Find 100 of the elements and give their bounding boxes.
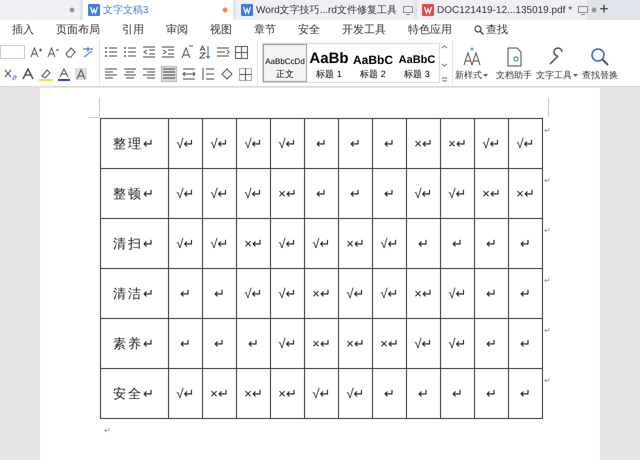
table-cell: ↵: [474, 218, 508, 268]
table-cell: √↵: [168, 368, 202, 418]
table-cell: √↵: [440, 168, 474, 218]
table-cell: ↵: [406, 218, 440, 268]
table-cell: ↵: [372, 368, 406, 418]
table-cell: √↵: [202, 218, 236, 268]
table-cell: ×↵: [406, 268, 440, 318]
new-tab-button[interactable]: +: [590, 0, 618, 20]
row-end-mark: ↵: [543, 326, 551, 334]
menu-item[interactable]: 视图: [210, 22, 232, 38]
row-end-mark: ↵: [543, 376, 551, 384]
table-cell: √↵: [474, 118, 508, 168]
table-cell: ↵: [372, 168, 406, 218]
paragraph-mark: ↵: [104, 425, 112, 437]
table-cell: ×↵: [406, 118, 440, 168]
table-cell: ×↵: [236, 368, 270, 418]
find-replace-button[interactable]: 查找替换: [580, 40, 620, 86]
table-cell: √↵: [440, 268, 474, 318]
table-cell: ↵: [474, 268, 508, 318]
row-end-mark: ↵: [543, 226, 551, 234]
table-cell: ↵: [440, 368, 474, 418]
menu-item[interactable]: 审阅: [166, 22, 188, 38]
table-cell: √↵: [168, 218, 202, 268]
table-cell: √↵: [508, 118, 542, 168]
table-cell: ↵: [508, 318, 542, 368]
table-cell: ×↵: [270, 168, 304, 218]
table-cell: √↵: [270, 118, 304, 168]
search-menu-item[interactable]: 查找: [474, 22, 508, 38]
tab-title: 文字文稿3: [103, 4, 149, 18]
table-cell: √↵: [304, 368, 338, 418]
table-cell: ↵: [304, 168, 338, 218]
tab-title: Word文字技巧...rd文件修复工具: [256, 4, 397, 18]
menu-item[interactable]: 页面布局: [56, 22, 100, 38]
document-tab[interactable]: Word文字技巧...rd文件修复工具: [236, 0, 414, 20]
table-cell: √↵: [372, 218, 406, 268]
table-cell: ×↵: [304, 268, 338, 318]
table-cell: √↵: [338, 368, 372, 418]
table-cell: √↵: [270, 318, 304, 368]
table-cell: ×↵: [236, 218, 270, 268]
table-cell: √↵: [236, 268, 270, 318]
table-cell: ×↵: [338, 318, 372, 368]
tab-title: DOC121419-12...135019.pdf *: [437, 4, 572, 18]
table-cell: √↵: [202, 168, 236, 218]
style-option[interactable]: AaBbC 标题 2: [351, 44, 395, 82]
table-cell: ×↵: [338, 218, 372, 268]
menu-item[interactable]: 安全: [298, 22, 320, 38]
table-cell: ↵: [338, 168, 372, 218]
row-label: 安全↵: [113, 386, 156, 401]
doc-assistant-button[interactable]: 文档助手: [494, 40, 534, 86]
table-cell: ↵: [440, 218, 474, 268]
table-cell: ↵: [508, 218, 542, 268]
style-option[interactable]: AaBbCcDd 正文: [263, 44, 307, 82]
table-cell: √↵: [270, 268, 304, 318]
table-cell: √↵: [168, 118, 202, 168]
row-label: 整理↵: [113, 136, 156, 151]
menu-item[interactable]: 开发工具: [342, 22, 386, 38]
table-cell: √↵: [406, 168, 440, 218]
table-cell: ↵: [236, 318, 270, 368]
row-end-mark: ↵: [543, 276, 551, 284]
row-label: 整顿↵: [113, 186, 156, 201]
row-label: 清扫↵: [113, 236, 156, 251]
table-cell: ↵: [406, 368, 440, 418]
table-cell: ×↵: [440, 118, 474, 168]
table-cell: ↵: [168, 318, 202, 368]
table-cell: ×↵: [372, 318, 406, 368]
table-cell: ×↵: [474, 168, 508, 218]
row-end-mark: ↵: [543, 176, 551, 184]
table-cell: √↵: [236, 168, 270, 218]
menu-item[interactable]: 插入: [12, 22, 34, 38]
style-option[interactable]: AaBb 标题 1: [307, 44, 351, 82]
table-cell: ↵: [508, 268, 542, 318]
table-cell: √↵: [406, 318, 440, 368]
table-cell: ↵: [202, 268, 236, 318]
row-label: 清洁↵: [113, 286, 156, 301]
table-cell: ↵: [168, 268, 202, 318]
row-end-mark: ↵: [543, 126, 551, 134]
table-cell: √↵: [304, 218, 338, 268]
table-cell: √↵: [372, 268, 406, 318]
table-cell: ×↵: [202, 368, 236, 418]
table-cell: ↵: [202, 318, 236, 368]
menu-item[interactable]: 章节: [254, 22, 276, 38]
table-cell: ×↵: [304, 318, 338, 368]
table-cell: √↵: [338, 268, 372, 318]
text-tools-button[interactable]: 文字工具: [534, 40, 580, 86]
menu-item[interactable]: 特色应用: [408, 22, 452, 38]
table-cell: √↵: [440, 318, 474, 368]
row-label: 素养↵: [113, 336, 156, 351]
table-cell: ↵: [372, 118, 406, 168]
table-cell: ↵: [474, 368, 508, 418]
table-cell: √↵: [202, 118, 236, 168]
table-cell: ×↵: [270, 368, 304, 418]
table-cell: ↵: [304, 118, 338, 168]
menu-item[interactable]: 引用: [122, 22, 144, 38]
style-option[interactable]: AaBbC 标题 3: [395, 44, 439, 82]
table-cell: √↵: [168, 168, 202, 218]
document-tab[interactable]: 文字文稿3: [83, 0, 233, 20]
table-cell: ×↵: [508, 168, 542, 218]
table-cell: √↵: [236, 118, 270, 168]
new-style-button[interactable]: 新样式: [453, 40, 490, 86]
table-cell: ↵: [338, 118, 372, 168]
